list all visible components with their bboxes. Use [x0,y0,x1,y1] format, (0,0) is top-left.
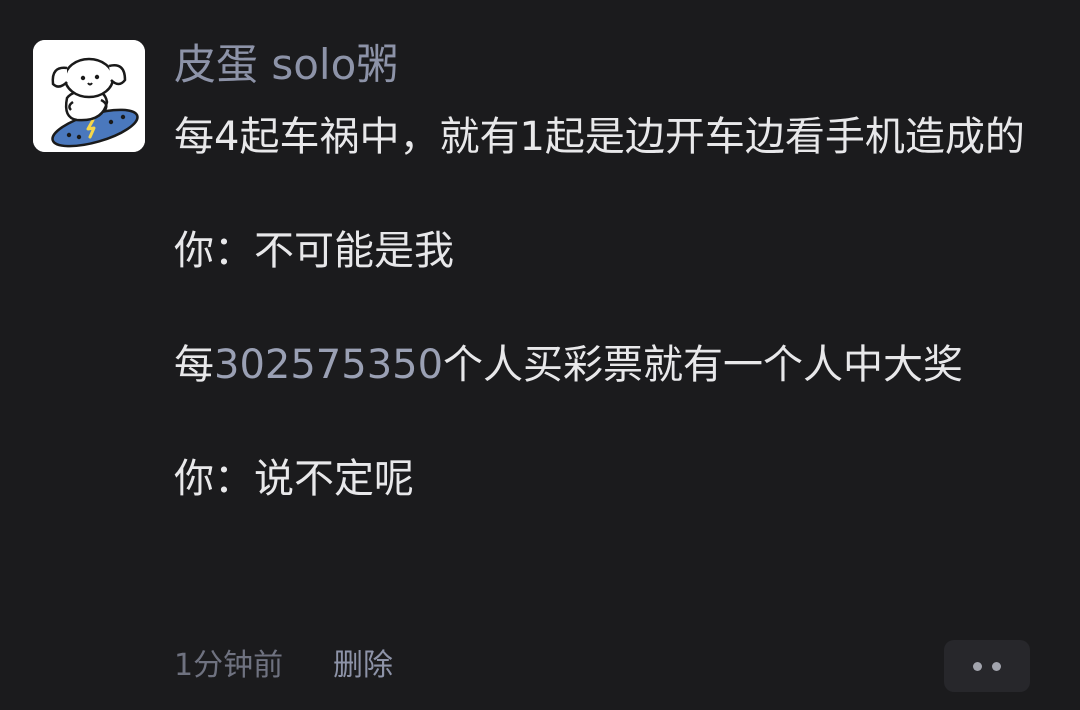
username[interactable]: 皮蛋 solo粥 [174,36,398,94]
avatar[interactable] [33,40,145,152]
content-line-1: 每4起车祸中，就有1起是边开车边看手机造成的 [174,114,1025,160]
post-timestamp: 1分钟前 [174,648,284,683]
content-line-2: 你：不可能是我 [174,228,454,274]
content-line-3-prefix: 每 [174,342,214,388]
more-dots-icon [973,661,982,671]
comment-content: 每4起车祸中，就有1起是边开车边看手机造成的 你：不可能是我 每30257535… [174,109,1034,508]
content-line-3: 每302575350个人买彩票就有一个人中大奖 [174,337,1034,394]
delete-button[interactable]: 删除 [333,646,393,686]
more-dots-icon [992,661,1001,671]
content-line-4: 你：说不定呢 [174,456,414,502]
puppy-on-skateboard-icon [33,40,145,152]
more-button[interactable] [944,640,1030,692]
lottery-number: 302575350 [214,342,444,388]
content-line-3-suffix: 个人买彩票就有一个人中大奖 [443,342,964,388]
comment-post: 皮蛋 solo粥 每4起车祸中，就有1起是边开车边看手机造成的 你：不可能是我 … [0,0,1080,710]
